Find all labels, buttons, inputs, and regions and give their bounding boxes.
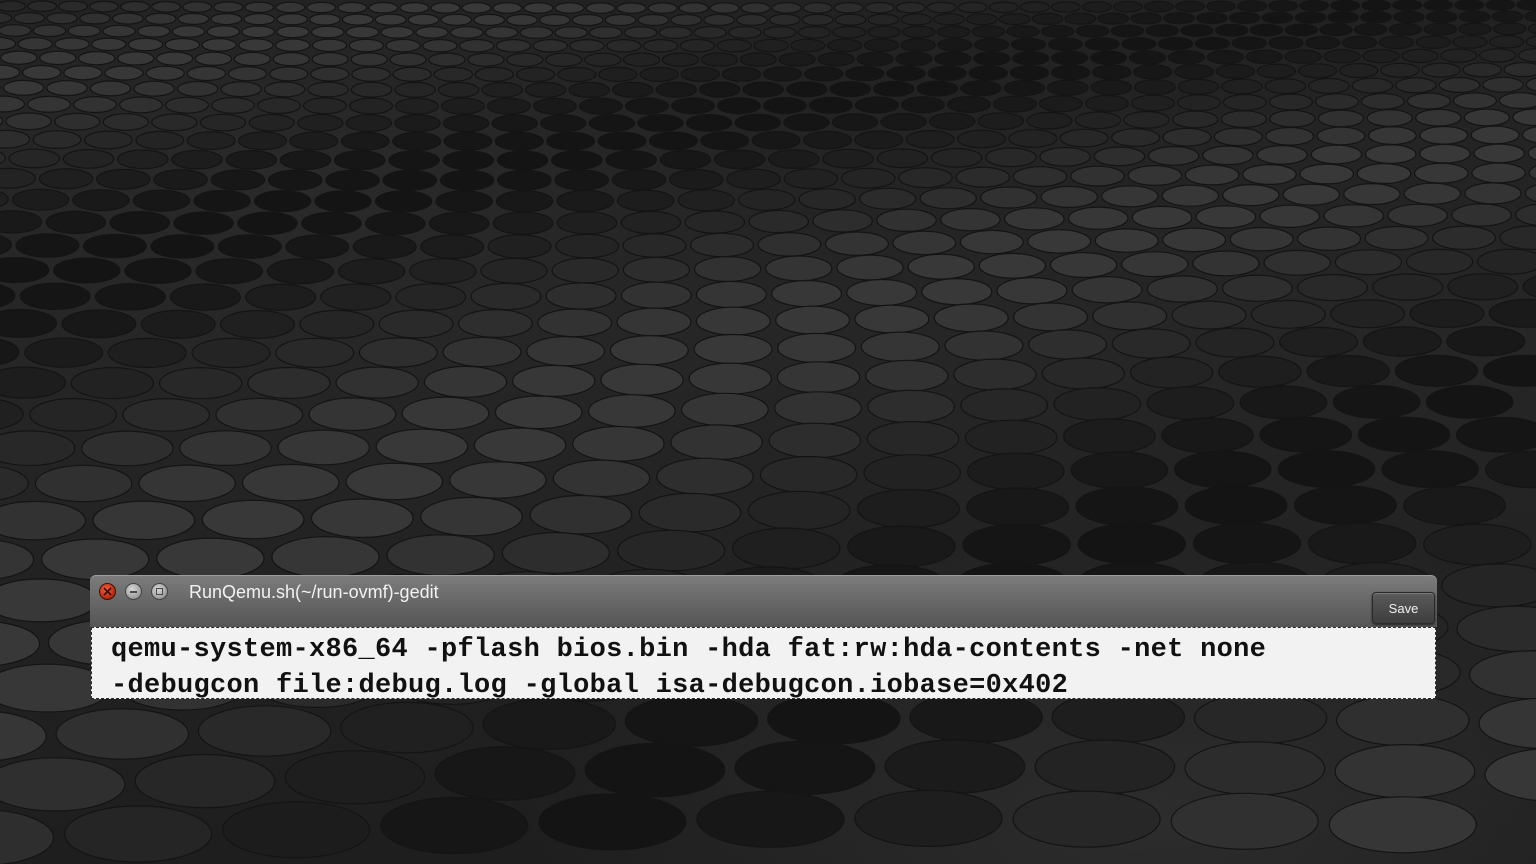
code-line-2: -debugcon file:debug.log -global isa-deb…: [111, 671, 1069, 701]
wallpaper-pattern: [0, 0, 1536, 864]
close-icon: [103, 587, 112, 596]
desktop-wallpaper: [0, 0, 1536, 864]
minimize-icon: [130, 591, 137, 593]
window-title: RunQemu.sh(~/run-ovmf)-gedit: [189, 582, 439, 602]
maximize-icon: [156, 588, 163, 595]
window-titlebar[interactable]: RunQemu.sh(~/run-ovmf)-gedit Save: [90, 575, 1437, 627]
code-line-1: qemu-system-x86_64 -pflash bios.bin -hda…: [111, 635, 1267, 665]
save-button[interactable]: Save: [1372, 592, 1435, 624]
minimize-button[interactable]: [125, 583, 142, 600]
maximize-button[interactable]: [151, 583, 168, 600]
text-editor[interactable]: qemu-system-x86_64 -pflash bios.bin -hda…: [91, 627, 1436, 701]
close-button[interactable]: [99, 583, 116, 600]
gedit-window: RunQemu.sh(~/run-ovmf)-gedit Save qemu-s…: [90, 575, 1437, 701]
